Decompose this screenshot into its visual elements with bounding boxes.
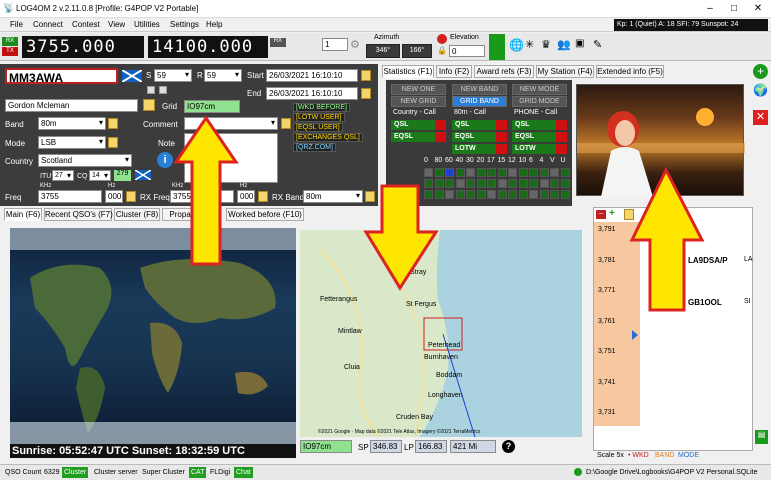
annotation-arrows bbox=[173, 115, 705, 312]
arrow-down-map bbox=[363, 184, 439, 291]
arrow-up-photo bbox=[629, 166, 705, 312]
arrow-up-grid bbox=[173, 115, 239, 266]
